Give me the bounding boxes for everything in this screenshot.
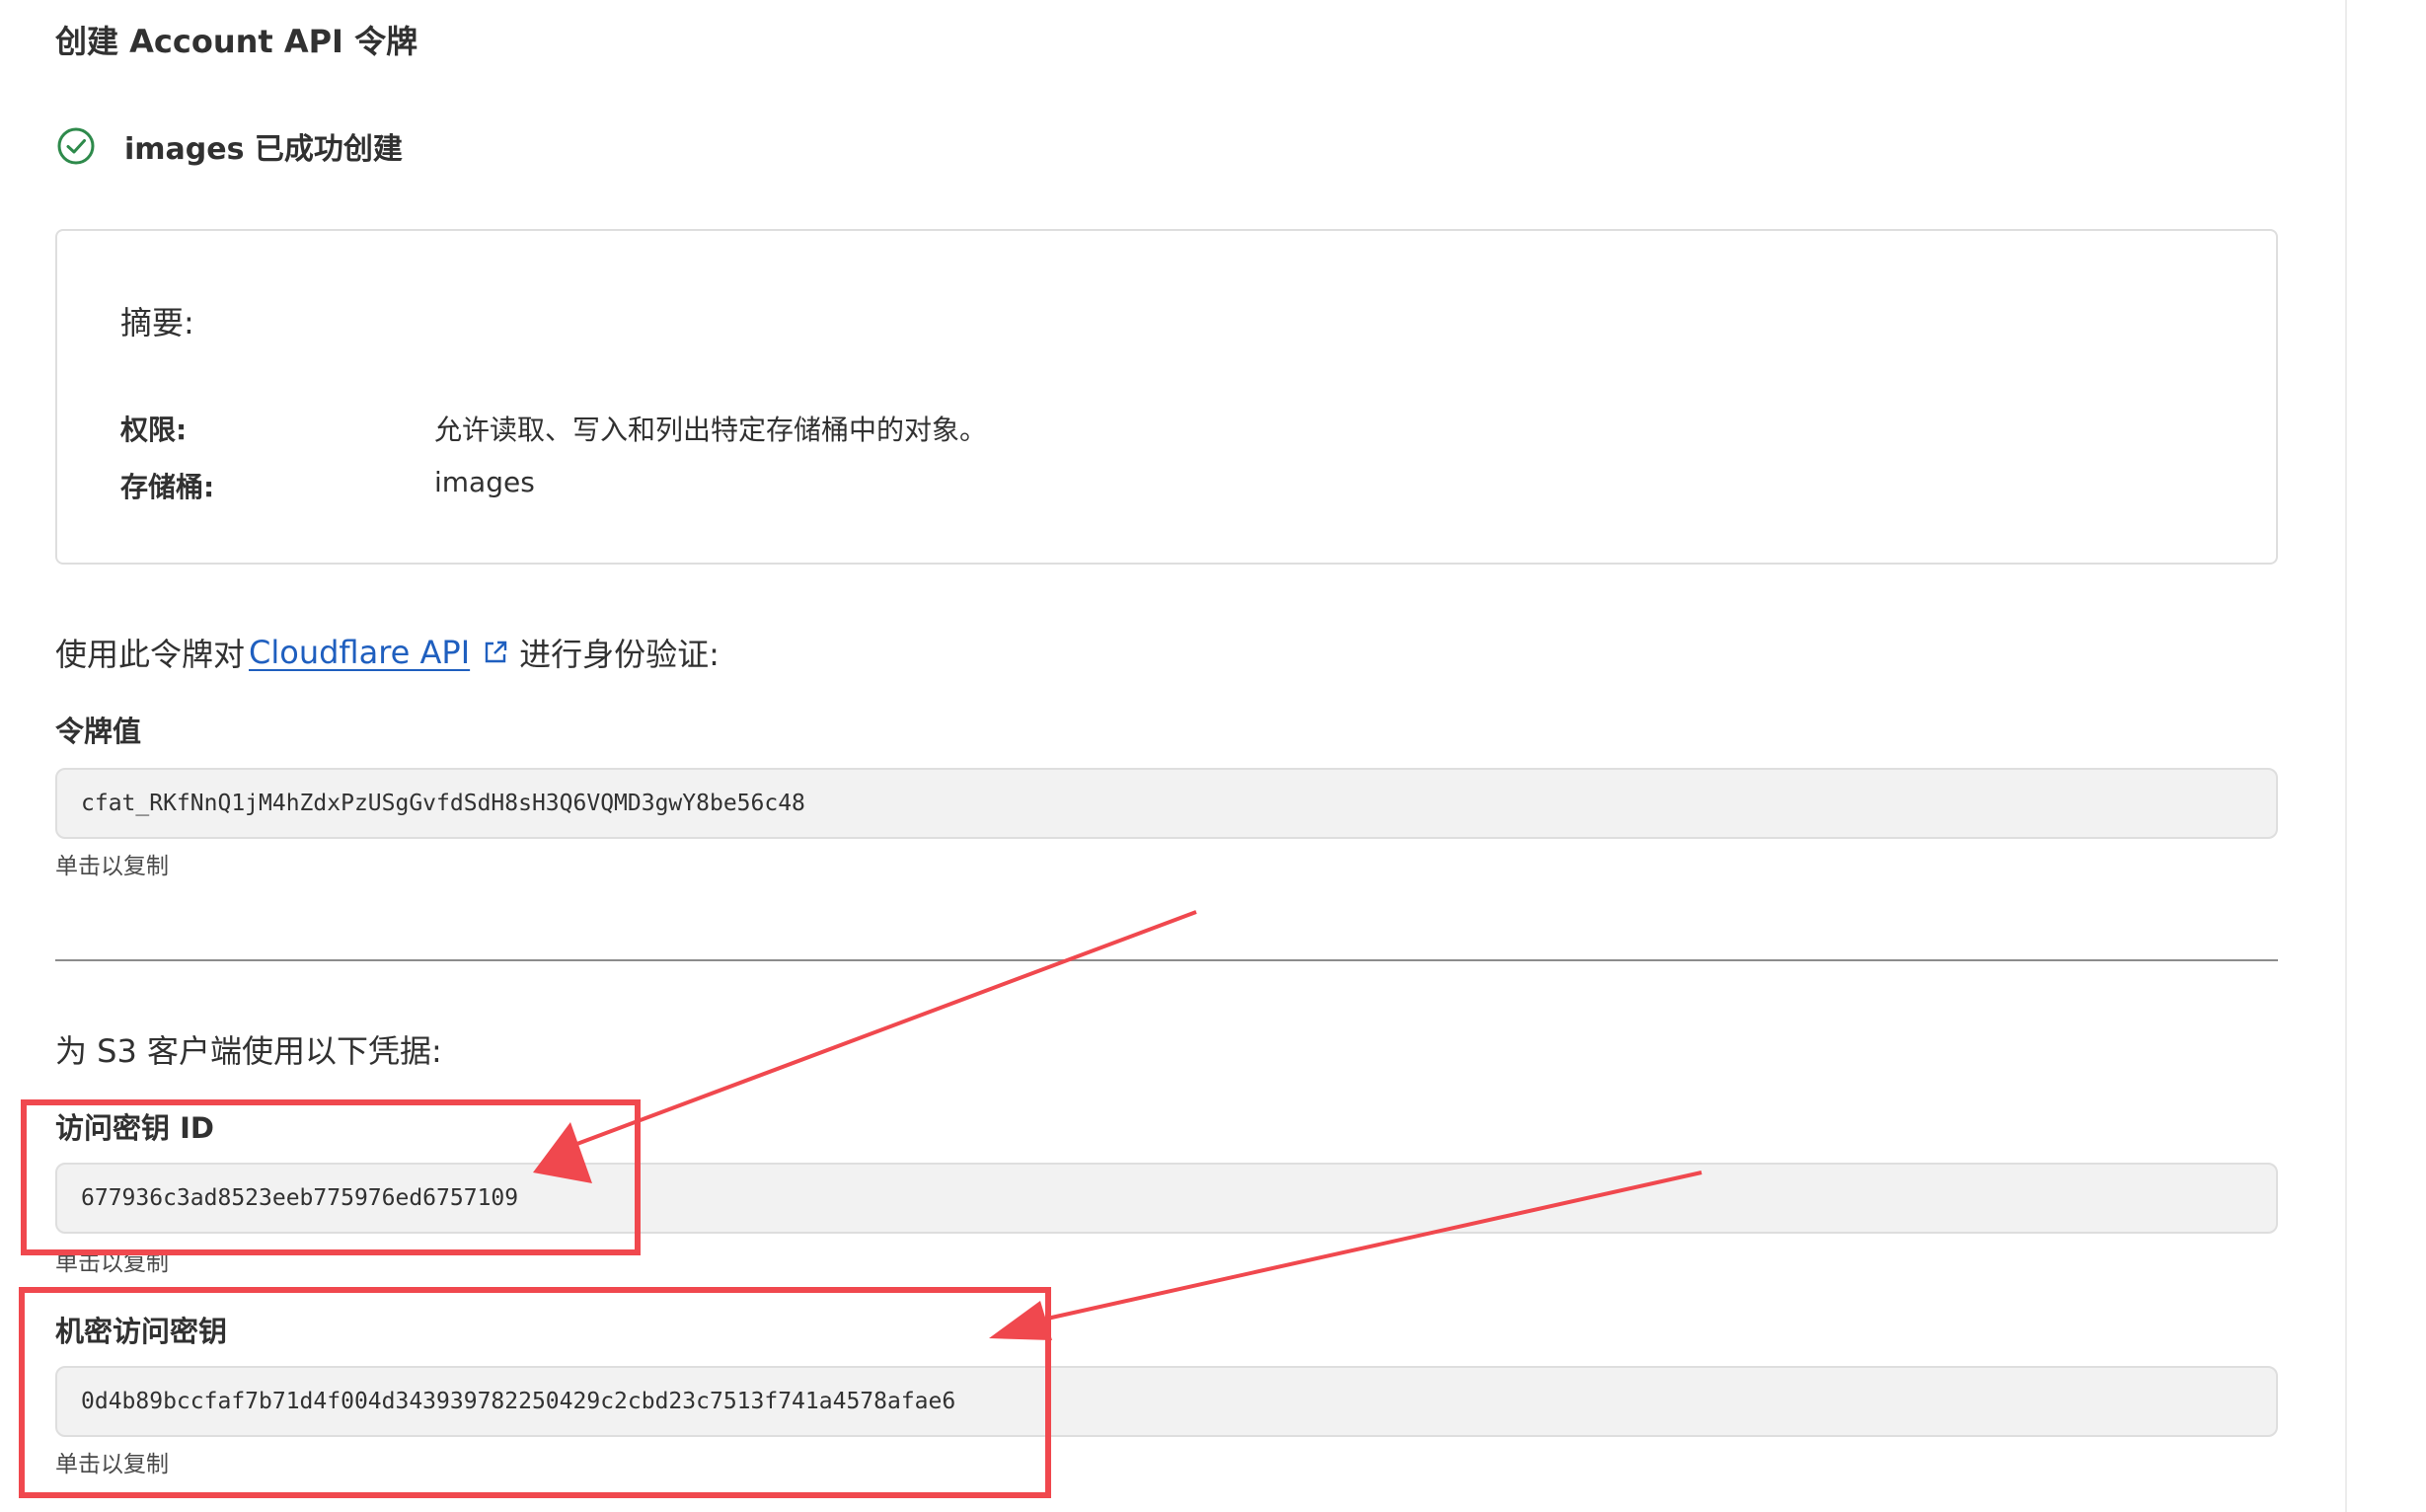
auth-suffix: 进行身份验证:: [519, 636, 720, 673]
secret-key-label: 机密访问密钥: [55, 1315, 228, 1348]
token-copy-hint: 单击以复制: [55, 854, 169, 879]
summary-row-bucket: 存储桶: images: [120, 466, 535, 505]
success-text: images 已成功创建: [124, 132, 403, 167]
summary-value: 允许读取、写入和列出特定存储桶中的对象。: [434, 414, 988, 446]
summary-label: 存储桶:: [120, 471, 215, 503]
token-value-field[interactable]: cfat_RKfNnQ1jM4hZdxPzUSgGvfdSdH8sH3Q6VQM…: [55, 768, 2278, 839]
auth-prefix: 使用此令牌对: [55, 636, 246, 673]
access-key-label: 访问密钥 ID: [55, 1111, 214, 1145]
token-created-page: 创建 Account API 令牌 images 已成功创建 摘要: 权限: 允…: [0, 0, 2345, 1512]
s3-heading: 为 S3 客户端使用以下凭据:: [55, 1032, 442, 1070]
section-divider: [55, 959, 2278, 961]
secret-key-copy-hint: 单击以复制: [55, 1452, 169, 1477]
access-key-field[interactable]: 677936c3ad8523eeb775976ed6757109: [55, 1163, 2278, 1234]
summary-value: images: [434, 466, 535, 498]
token-label: 令牌值: [55, 715, 142, 748]
summary-card: 摘要: 权限: 允许读取、写入和列出特定存储桶中的对象。 存储桶: images: [55, 229, 2278, 565]
summary-heading: 摘要:: [120, 304, 194, 341]
auth-instruction: 使用此令牌对 Cloudflare API 进行身份验证:: [55, 630, 720, 675]
summary-row-permissions: 权限: 允许读取、写入和列出特定存储桶中的对象。: [120, 409, 987, 448]
right-panel-edge: [2345, 0, 2426, 1512]
check-circle-icon: [57, 127, 95, 165]
secret-key-field[interactable]: 0d4b89bccfaf7b71d4f004d343939782250429c2…: [55, 1366, 2278, 1437]
access-key-copy-hint: 单击以复制: [55, 1250, 169, 1276]
success-message: images 已成功创建: [55, 122, 403, 170]
external-link-icon[interactable]: [482, 639, 509, 666]
summary-label: 权限:: [120, 414, 188, 446]
page-title: 创建 Account API 令牌: [55, 23, 418, 60]
cloudflare-api-link[interactable]: Cloudflare API: [249, 634, 470, 671]
